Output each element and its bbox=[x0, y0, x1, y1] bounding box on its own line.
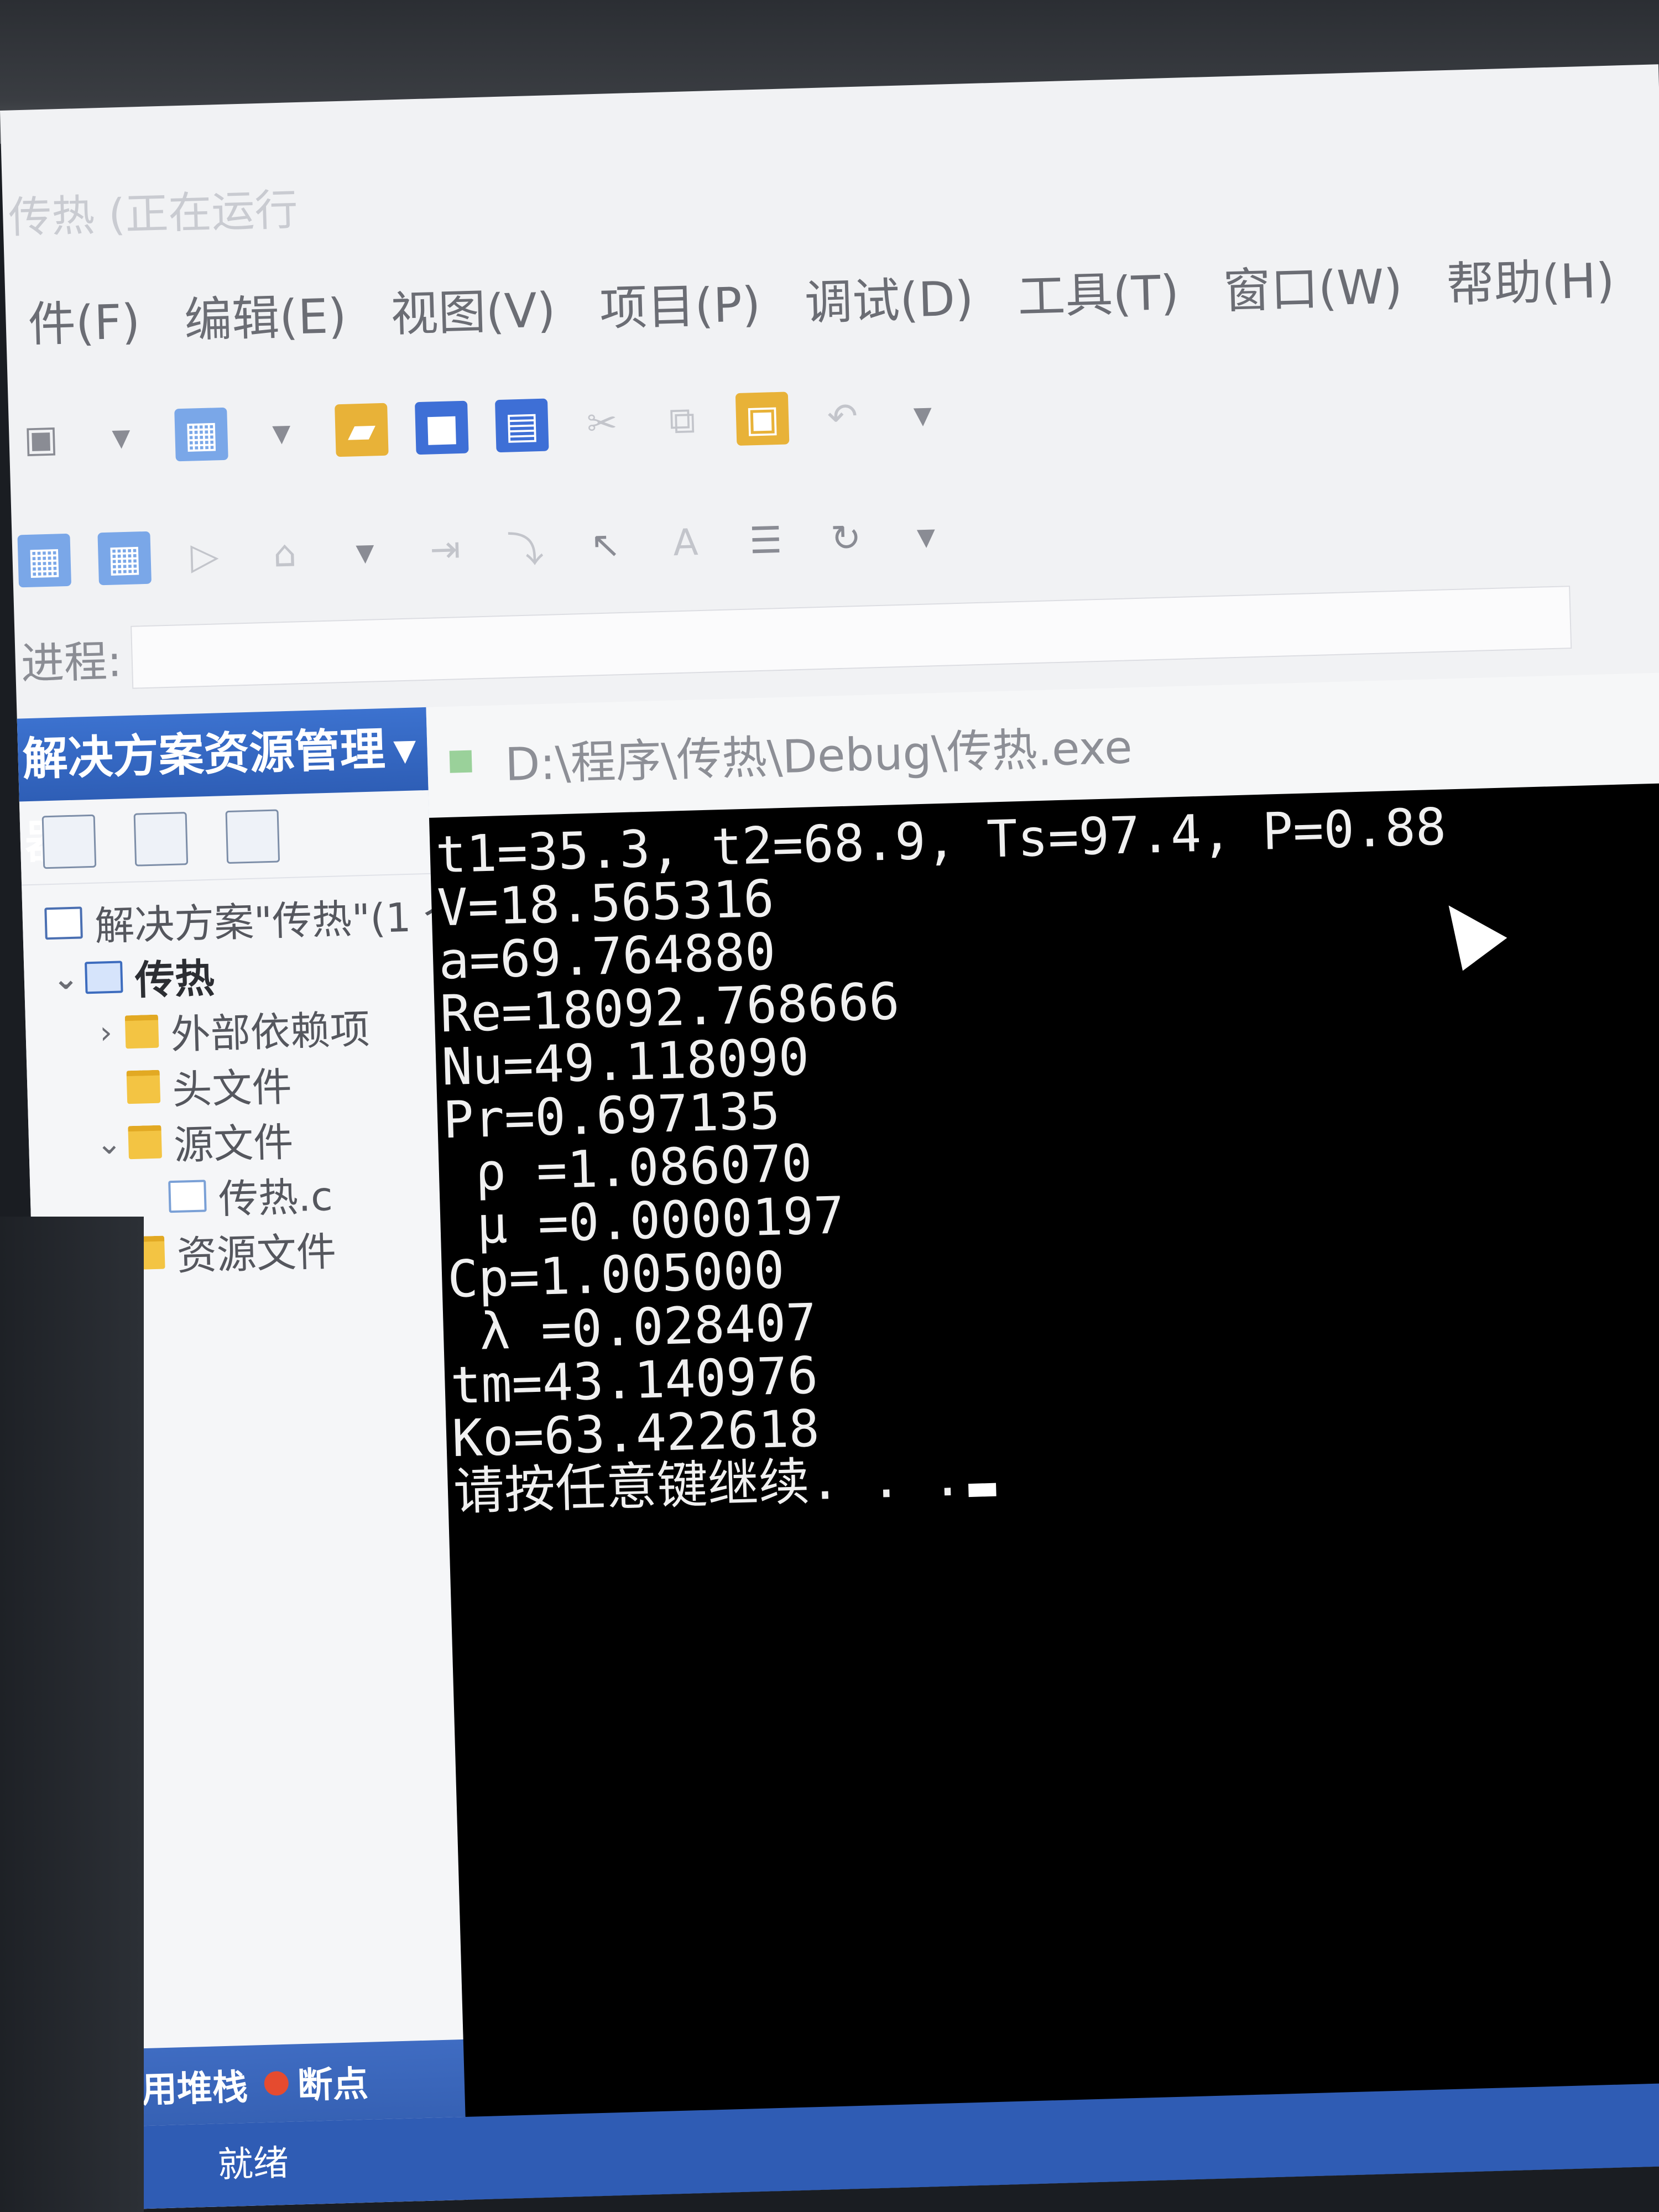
cut-icon[interactable]: ✂ bbox=[575, 396, 629, 450]
solution-icon bbox=[44, 906, 83, 940]
solution-explorer-title: 解决方案资源管理器 bbox=[22, 723, 386, 869]
open-file-icon[interactable]: ▰ bbox=[335, 403, 389, 457]
dropdown-arrow-icon[interactable]: ▾ bbox=[94, 409, 148, 463]
cursor-select-icon[interactable]: ↖ bbox=[578, 518, 633, 572]
menu-file[interactable]: 件(F) bbox=[5, 281, 163, 355]
folder-icon bbox=[124, 1014, 159, 1049]
menu-project[interactable]: 项目(P) bbox=[576, 264, 783, 339]
process-label: 进程: bbox=[20, 637, 123, 690]
status-text: 就绪 bbox=[217, 2142, 289, 2186]
breakpoints-label: 断点 bbox=[296, 2063, 369, 2107]
rebuild-icon[interactable]: ▦ bbox=[97, 531, 152, 585]
save-icon[interactable]: ■ bbox=[415, 400, 469, 455]
paste-icon[interactable]: ▣ bbox=[735, 391, 790, 446]
dropdown-arrow-icon[interactable]: ▾ bbox=[896, 387, 950, 441]
folder-open-icon bbox=[128, 1125, 163, 1160]
step-over-icon[interactable]: ↻ bbox=[819, 511, 873, 565]
console-app-icon bbox=[449, 750, 472, 773]
breakpoints-tab[interactable]: 断点 bbox=[264, 2056, 369, 2109]
tree-item-label: 传热.c bbox=[217, 1172, 333, 1223]
chevron-right-icon[interactable]: › bbox=[86, 1014, 126, 1051]
build-icon[interactable]: ▦ bbox=[17, 533, 72, 587]
indent-icon[interactable]: ⇥ bbox=[418, 522, 472, 576]
dropdown-arrow-icon[interactable]: ▾ bbox=[338, 524, 392, 578]
menu-edit[interactable]: 编辑(E) bbox=[161, 276, 369, 351]
ide-screen: 传热 (正在运行 件(F) 编辑(E) 视图(V) 项目(P) 调试(D) 工具… bbox=[0, 64, 1659, 2211]
tree-item-label: 传热 bbox=[134, 954, 216, 1004]
menu-view[interactable]: 视图(V) bbox=[368, 270, 578, 346]
c-file-icon bbox=[168, 1180, 207, 1213]
monitor-bezel-left bbox=[0, 1217, 144, 2212]
folder-icon bbox=[126, 1070, 161, 1104]
pin-dropdown-icon[interactable]: ▾ bbox=[392, 707, 417, 791]
tree-item-solution[interactable]: 解决方案"传热"(1 个 bbox=[22, 885, 464, 952]
console-output[interactable]: t1=35.3, t2=68.9, Ts=97.4, P=0.88 V=18.5… bbox=[429, 782, 1659, 2200]
tree-item-label: 源文件 bbox=[173, 1118, 294, 1168]
process-dropdown[interactable] bbox=[131, 586, 1572, 689]
chevron-down-icon[interactable]: ⌄ bbox=[89, 1125, 129, 1162]
tree-item-label: 资源文件 bbox=[176, 1228, 337, 1279]
tree-item-label: 外部依赖项 bbox=[170, 1005, 371, 1058]
project-icon bbox=[85, 961, 123, 994]
add-item-icon[interactable]: ▦ bbox=[174, 407, 228, 461]
uncomment-icon[interactable]: ☰ bbox=[739, 513, 793, 567]
breakpoint-icon bbox=[264, 2070, 289, 2096]
refresh-icon[interactable] bbox=[225, 809, 280, 864]
undo-icon[interactable]: ↶ bbox=[816, 389, 870, 444]
menu-tools[interactable]: 工具(T) bbox=[994, 253, 1202, 327]
step-icon[interactable]: ⤵ bbox=[498, 520, 552, 574]
show-all-files-icon[interactable] bbox=[133, 812, 189, 867]
start-icon[interactable]: ▷ bbox=[178, 529, 232, 583]
menu-window[interactable]: 窗口(W) bbox=[1200, 247, 1425, 322]
dropdown-arrow-icon[interactable]: ▾ bbox=[899, 509, 953, 563]
console-title: D:\程序\传热\Debug\传热.exe bbox=[504, 721, 1133, 791]
solution-explorer-header: 解决方案资源管理器 ▾ bbox=[17, 707, 429, 869]
font-icon[interactable]: A bbox=[659, 515, 713, 570]
comment-icon[interactable]: ⌂ bbox=[258, 526, 312, 581]
menu-debug[interactable]: 调试(D) bbox=[781, 258, 997, 333]
chevron-down-icon[interactable]: ⌄ bbox=[46, 960, 86, 997]
text-cursor bbox=[968, 1483, 997, 1498]
new-project-icon[interactable]: ▣ bbox=[14, 411, 68, 466]
solution-explorer-toolbar bbox=[19, 790, 431, 886]
save-all-icon[interactable]: ▤ bbox=[494, 398, 549, 452]
properties-icon[interactable] bbox=[41, 814, 97, 869]
tree-item-label: 头文件 bbox=[171, 1063, 293, 1113]
dropdown-arrow-icon[interactable]: ▾ bbox=[254, 405, 309, 459]
copy-icon[interactable]: ⧉ bbox=[655, 394, 709, 448]
tree-item-label: 解决方案"传热"(1 个 bbox=[94, 892, 465, 950]
menu-help[interactable]: 帮助(H) bbox=[1423, 241, 1637, 316]
